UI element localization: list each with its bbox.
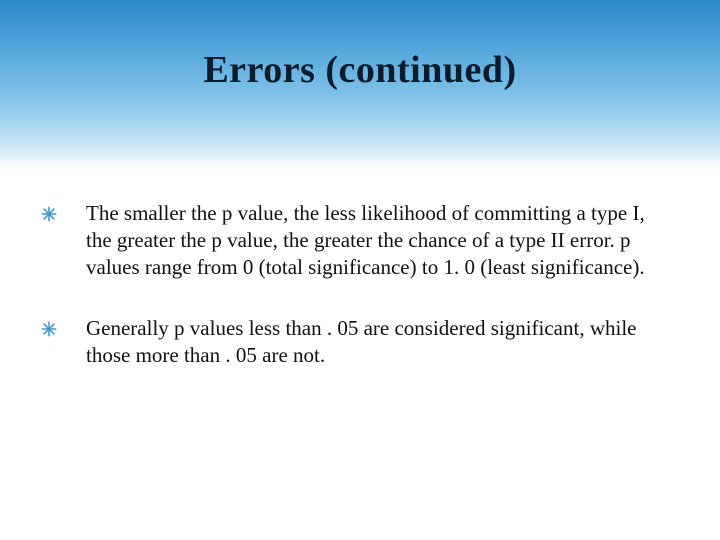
asterisk-icon: [40, 320, 58, 338]
asterisk-icon: [40, 205, 58, 223]
bullet-text: Generally p values less than . 05 are co…: [86, 315, 660, 369]
slide-header: Errors (continued): [0, 0, 720, 170]
bullet-text: The smaller the p value, the less likeli…: [86, 200, 660, 281]
list-item: Generally p values less than . 05 are co…: [40, 315, 660, 369]
slide: Errors (continued) The smaller the p val…: [0, 0, 720, 540]
slide-content: The smaller the p value, the less likeli…: [0, 170, 720, 368]
slide-title: Errors (continued): [203, 48, 516, 92]
list-item: The smaller the p value, the less likeli…: [40, 200, 660, 281]
